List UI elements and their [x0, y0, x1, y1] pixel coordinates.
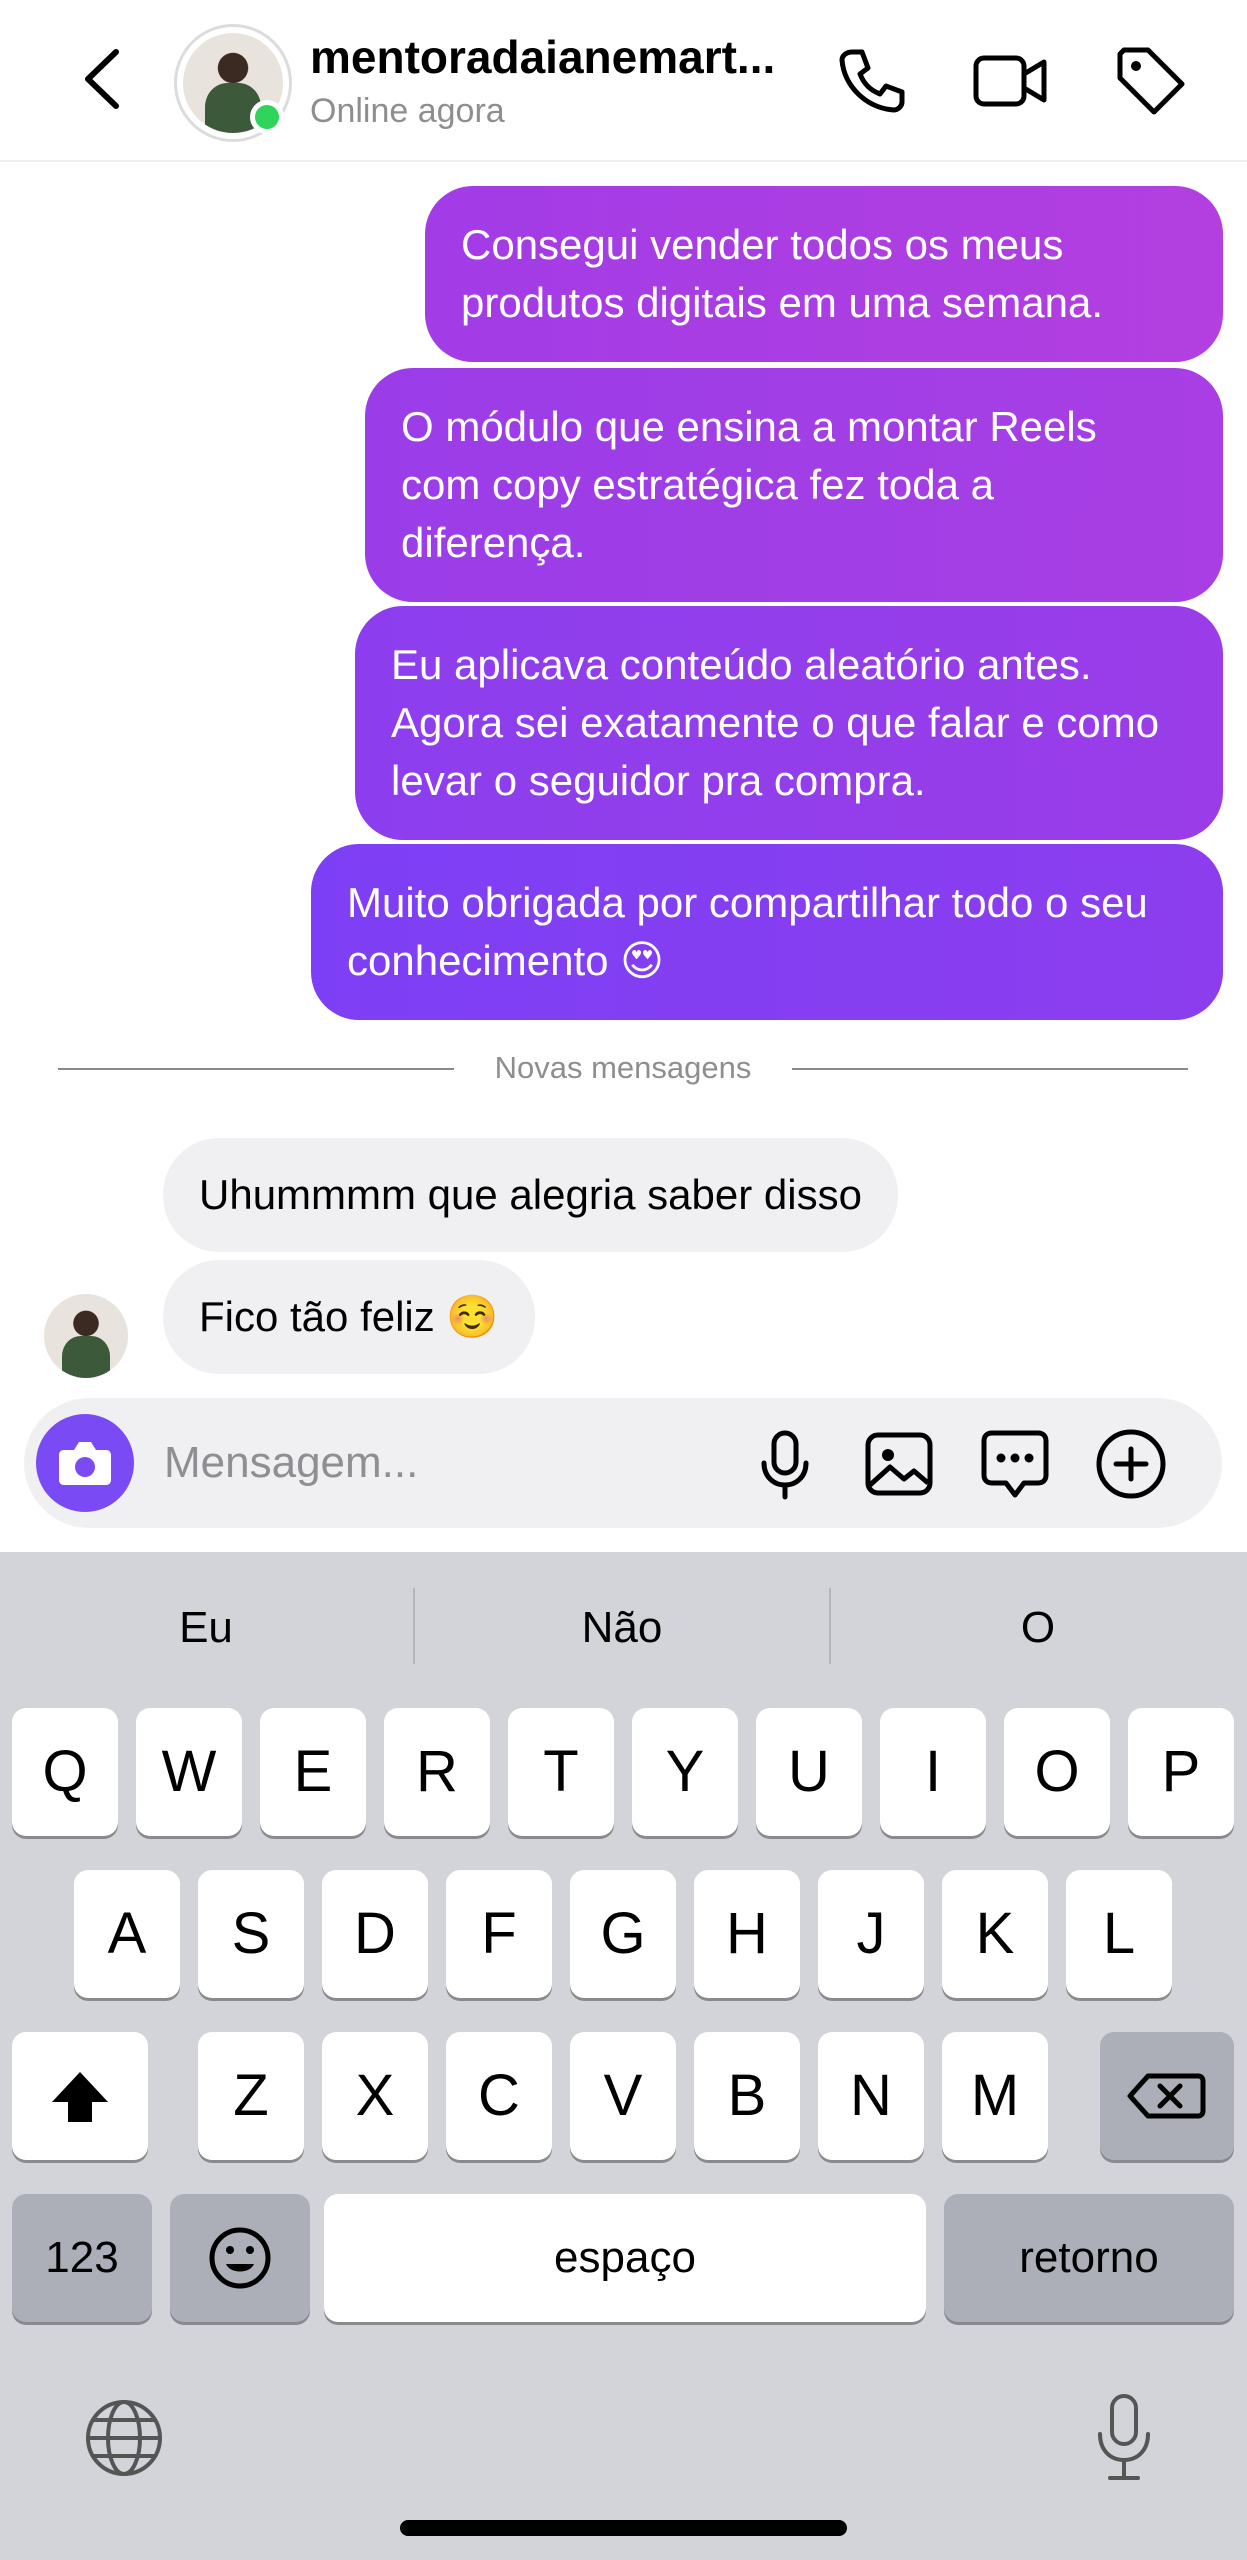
voice-message-button[interactable]: [746, 1425, 824, 1503]
key[interactable]: O: [1004, 1708, 1110, 1836]
backspace-icon: [1127, 2073, 1206, 2119]
key[interactable]: Z: [198, 2032, 304, 2160]
tag-icon: [1117, 47, 1185, 115]
key[interactable]: B: [694, 2032, 800, 2160]
back-chevron-icon: [85, 49, 119, 109]
more-options-button[interactable]: [1092, 1425, 1170, 1503]
key[interactable]: M: [942, 2032, 1048, 2160]
key[interactable]: K: [942, 1870, 1048, 1998]
outgoing-message[interactable]: Eu aplicava conteúdo aleatório antes. Ag…: [355, 606, 1223, 840]
suggestion[interactable]: Não: [416, 1588, 828, 1668]
numbers-key[interactable]: 123: [12, 2194, 152, 2322]
contact-status: Online agora: [310, 92, 505, 130]
chat-header: mentoradaianemart... Online agora: [0, 0, 1247, 162]
key[interactable]: R: [384, 1708, 490, 1836]
globe-icon: [86, 2400, 162, 2476]
video-call-button[interactable]: [970, 40, 1050, 120]
key[interactable]: G: [570, 1870, 676, 1998]
dictation-button[interactable]: [1080, 2388, 1168, 2488]
space-key[interactable]: espaço: [324, 2194, 926, 2322]
shift-arrow-icon: [52, 2072, 108, 2122]
key[interactable]: T: [508, 1708, 614, 1836]
video-icon: [973, 55, 1047, 107]
tag-button[interactable]: [1110, 40, 1190, 120]
new-messages-divider: Novas mensagens: [58, 1048, 1188, 1088]
suggestion-separator: [413, 1588, 415, 1664]
message-composer: [24, 1398, 1222, 1528]
suggestion-separator: [829, 1588, 831, 1664]
gallery-button[interactable]: [860, 1425, 938, 1503]
key[interactable]: A: [74, 1870, 180, 1998]
key[interactable]: V: [570, 2032, 676, 2160]
key[interactable]: I: [880, 1708, 986, 1836]
shift-key[interactable]: [12, 2032, 148, 2160]
emoji-face-icon: [209, 2227, 271, 2289]
key[interactable]: D: [322, 1870, 428, 1998]
divider-line: [792, 1068, 1188, 1070]
language-button[interactable]: [80, 2394, 168, 2482]
microphone-icon: [1098, 2394, 1150, 2480]
outgoing-message[interactable]: Muito obrigada por compartilhar todo o s…: [311, 844, 1223, 1020]
gallery-icon: [865, 1432, 933, 1496]
key[interactable]: Y: [632, 1708, 738, 1836]
key[interactable]: P: [1128, 1708, 1234, 1836]
phone-icon: [839, 49, 905, 113]
home-indicator[interactable]: [400, 2520, 847, 2536]
key[interactable]: H: [694, 1870, 800, 1998]
microphone-icon: [761, 1430, 809, 1500]
key[interactable]: L: [1066, 1870, 1172, 1998]
call-button[interactable]: [830, 40, 910, 120]
incoming-message[interactable]: Uhummmm que alegria saber disso: [163, 1138, 898, 1252]
key[interactable]: X: [322, 2032, 428, 2160]
online-indicator: [250, 100, 284, 134]
key[interactable]: Q: [12, 1708, 118, 1836]
key[interactable]: U: [756, 1708, 862, 1836]
return-key[interactable]: retorno: [944, 2194, 1234, 2322]
sticker-button[interactable]: [976, 1425, 1054, 1503]
key[interactable]: F: [446, 1870, 552, 1998]
emoji-key[interactable]: [170, 2194, 310, 2322]
sticker-icon: [981, 1430, 1049, 1498]
delete-key[interactable]: [1100, 2032, 1234, 2160]
keyboard: Eu Não O Q W E R T Y U I O P A S D F G H…: [0, 1552, 1247, 2560]
message-input[interactable]: [164, 1428, 724, 1498]
outgoing-message[interactable]: Consegui vender todos os meus produtos d…: [425, 186, 1223, 362]
incoming-message[interactable]: Fico tão feliz ☺️: [163, 1260, 535, 1374]
camera-icon: [59, 1442, 111, 1485]
key[interactable]: C: [446, 2032, 552, 2160]
suggestion[interactable]: Eu: [0, 1588, 412, 1668]
plus-icon: [1096, 1429, 1166, 1499]
key[interactable]: J: [818, 1870, 924, 1998]
back-button[interactable]: [78, 44, 128, 114]
contact-name[interactable]: mentoradaianemart...: [310, 30, 800, 84]
key[interactable]: E: [260, 1708, 366, 1836]
camera-button[interactable]: [36, 1414, 134, 1512]
key[interactable]: N: [818, 2032, 924, 2160]
key[interactable]: S: [198, 1870, 304, 1998]
key[interactable]: W: [136, 1708, 242, 1836]
suggestion[interactable]: O: [832, 1588, 1244, 1668]
sender-avatar[interactable]: [44, 1294, 128, 1378]
outgoing-message[interactable]: O módulo que ensina a montar Reels com c…: [365, 368, 1223, 602]
